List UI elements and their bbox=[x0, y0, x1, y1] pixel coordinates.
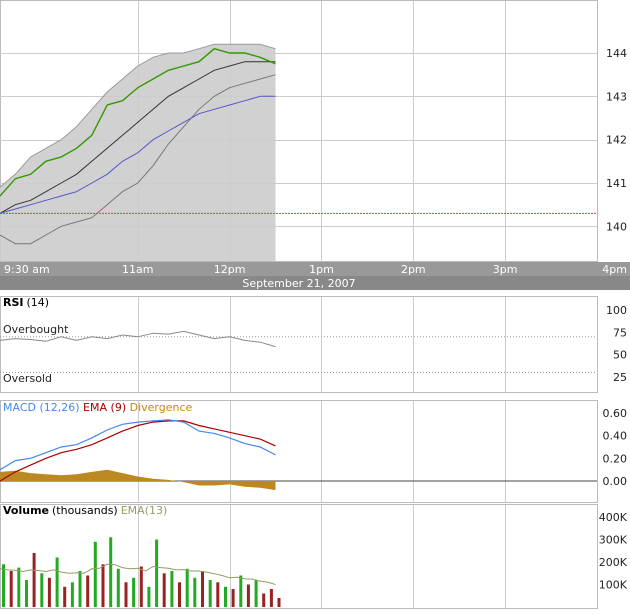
date-label: September 21, 2007 bbox=[242, 277, 355, 290]
volume-panel-frame bbox=[0, 504, 598, 609]
volume-bar bbox=[147, 586, 151, 608]
volume-bar bbox=[201, 571, 204, 607]
price-y-tick-label-2: 142 bbox=[606, 134, 627, 147]
volume-bar bbox=[109, 537, 113, 608]
macd-title-part-3: (9) bbox=[107, 401, 126, 414]
price-y-tick-label-3: 143 bbox=[606, 90, 627, 103]
volume-bar bbox=[116, 568, 120, 608]
volume-bar bbox=[47, 577, 51, 608]
volume-title-param: (thousands) bbox=[52, 504, 118, 517]
time-tick-label-2: 12pm bbox=[214, 263, 246, 276]
volume-bar bbox=[208, 580, 212, 607]
macd-title-part-4: Divergence bbox=[126, 401, 192, 414]
volume-title: Volume (thousands) EMA(13) bbox=[3, 504, 167, 517]
volume-bar bbox=[231, 589, 235, 607]
rsi-y-tick-label-3: 100 bbox=[606, 304, 627, 317]
price-y-tick-label-0: 140 bbox=[606, 220, 627, 233]
macd-y-ticks: 0.00 0.20 0.40 0.60 bbox=[603, 407, 628, 488]
macd-panel-frame bbox=[0, 400, 598, 503]
volume-y-ticks: 100K 200K 300K 400K bbox=[599, 511, 628, 592]
time-tick-label-1: 11am bbox=[122, 263, 153, 276]
macd-title: MACD (12,26) EMA (9) Divergence bbox=[3, 401, 193, 414]
volume-bar bbox=[9, 571, 13, 607]
volume-bar bbox=[262, 593, 266, 607]
macd-title-part-1: (12,26) bbox=[36, 401, 80, 414]
macd-y-tick-label-1: 0.20 bbox=[603, 452, 628, 465]
volume-bar bbox=[193, 577, 197, 608]
time-tick-label-5: 3pm bbox=[493, 263, 518, 276]
rsi-panel-frame bbox=[0, 296, 598, 393]
volume-bar bbox=[132, 577, 136, 608]
rsi-title: RSI (14) bbox=[3, 296, 49, 309]
volume-panel: 100K 200K 300K 400K Volume (thousands) EMA(13… bbox=[0, 504, 628, 609]
volume-bar bbox=[239, 575, 243, 607]
volume-bar bbox=[70, 582, 74, 608]
volume-bar bbox=[185, 568, 189, 608]
volume-bar bbox=[277, 598, 281, 607]
macd-title-part-2: EMA bbox=[80, 401, 108, 414]
macd-panel: 0.00 0.20 0.40 0.60 MACD (12,26) EMA (9) Di… bbox=[0, 400, 628, 503]
volume-bar bbox=[124, 582, 128, 608]
volume-ema-label: EMA(13) bbox=[121, 504, 168, 517]
price-panel: 140 141 142 143 144 bbox=[0, 0, 627, 262]
volume-bar bbox=[55, 557, 59, 607]
volume-bar bbox=[178, 582, 181, 608]
time-tick-label-3: 1pm bbox=[309, 263, 334, 276]
volume-bar bbox=[101, 564, 105, 608]
time-tick-label-4: 2pm bbox=[401, 263, 426, 276]
price-y-ticks: 140 141 142 143 144 bbox=[606, 47, 627, 233]
volume-bar bbox=[86, 575, 90, 607]
stock-chart: 140 141 142 143 144 9:30 am 11am 12pm 1pm 2pm 3pm… bbox=[0, 0, 630, 609]
volume-bar bbox=[17, 567, 21, 607]
oversold-label: Oversold bbox=[3, 372, 52, 385]
price-y-tick-label-1: 141 bbox=[606, 177, 627, 190]
rsi-panel: 25 50 75 100 RSI (14) Overbought Oversold bbox=[0, 296, 627, 393]
volume-bar bbox=[25, 580, 28, 607]
time-axis: 9:30 am 11am 12pm 1pm 2pm 3pm 4pm September 21… bbox=[0, 262, 630, 290]
volume-bar bbox=[269, 589, 273, 607]
rsi-y-tick-label-1: 50 bbox=[613, 349, 627, 362]
volume-bar bbox=[93, 541, 97, 608]
time-tick-label-0: 9:30 am bbox=[4, 263, 50, 276]
volume-bar bbox=[63, 586, 67, 608]
volume-title-name: Volume bbox=[3, 504, 49, 517]
volume-y-tick-label-2: 300K bbox=[599, 534, 628, 547]
volume-y-tick-label-3: 400K bbox=[599, 511, 628, 524]
volume-bar bbox=[170, 571, 174, 607]
rsi-y-ticks: 25 50 75 100 bbox=[606, 304, 627, 384]
macd-y-tick-label-0: 0.00 bbox=[603, 475, 628, 488]
volume-bar bbox=[254, 580, 258, 607]
overbought-label: Overbought bbox=[3, 323, 69, 336]
volume-bar bbox=[155, 539, 159, 607]
macd-y-tick-label-3: 0.60 bbox=[603, 407, 628, 420]
macd-title-part-0: MACD bbox=[3, 401, 36, 414]
volume-y-tick-label-0: 100K bbox=[599, 579, 628, 592]
rsi-title-param: (14) bbox=[27, 296, 50, 309]
macd-y-tick-label-2: 0.40 bbox=[603, 430, 628, 443]
volume-y-tick-label-1: 200K bbox=[599, 556, 628, 569]
volume-bar bbox=[40, 573, 44, 608]
rsi-y-tick-label-2: 75 bbox=[613, 326, 627, 339]
volume-bar bbox=[2, 564, 5, 608]
volume-bar bbox=[32, 553, 36, 607]
time-tick-label-6: 4pm bbox=[602, 263, 627, 276]
price-y-tick-label-4: 144 bbox=[606, 47, 627, 60]
volume-bar bbox=[139, 566, 143, 607]
rsi-y-tick-label-0: 25 bbox=[613, 371, 627, 384]
volume-bar bbox=[162, 573, 166, 608]
volume-bar bbox=[224, 586, 227, 608]
rsi-title-name: RSI bbox=[3, 296, 24, 309]
volume-bar bbox=[246, 584, 250, 607]
volume-bar bbox=[216, 582, 220, 608]
volume-bar bbox=[78, 571, 82, 607]
